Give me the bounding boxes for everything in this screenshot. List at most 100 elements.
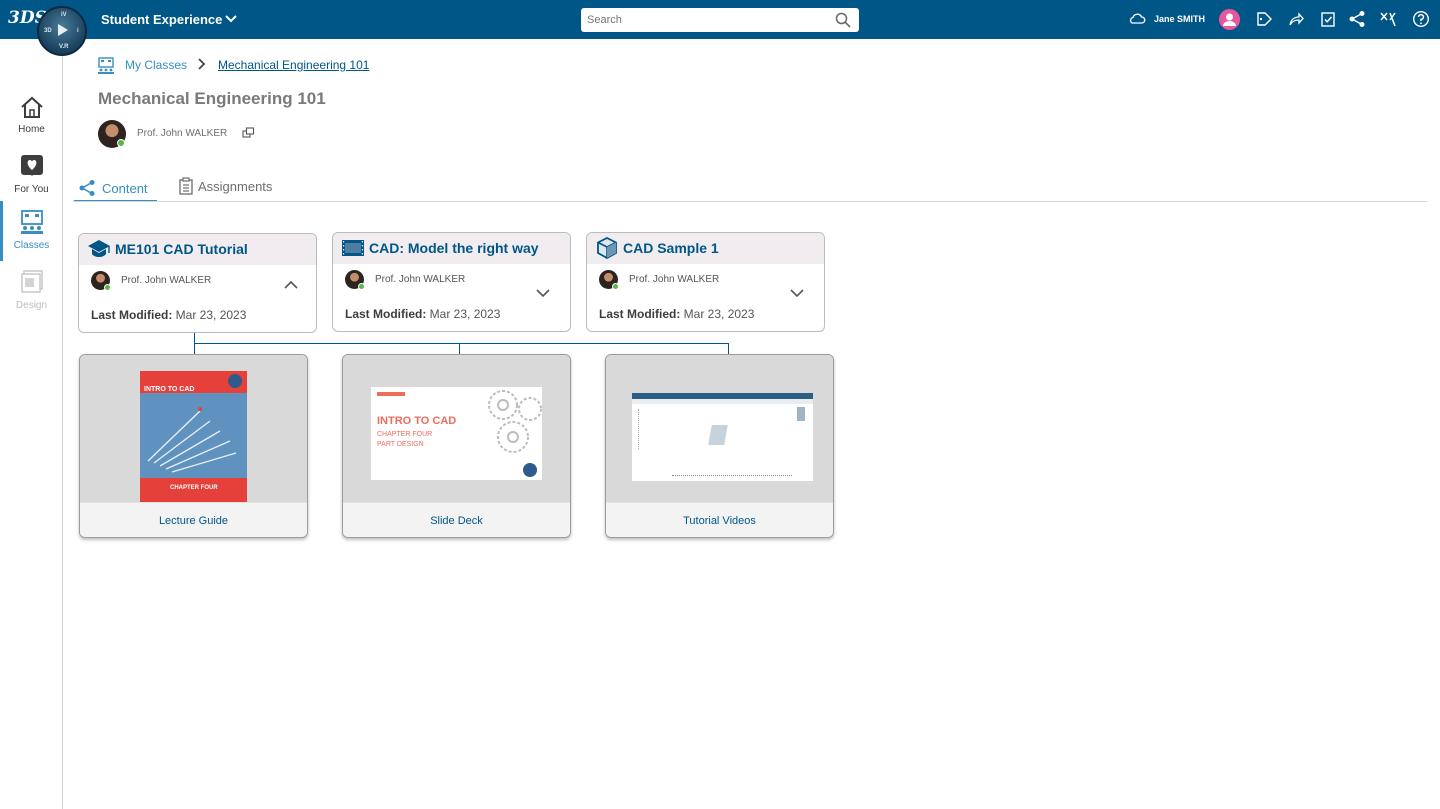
- globe-icon: [523, 463, 537, 477]
- content-card[interactable]: ME101 CAD Tutorial Prof. John WALKER Las…: [78, 233, 317, 333]
- tree-connector: [194, 343, 729, 344]
- heart-icon: [21, 155, 43, 176]
- top-bar: 3DS Student Experience Jane SMITH: [0, 0, 1440, 39]
- help-icon[interactable]: [1412, 10, 1430, 28]
- resource-tile-slide-deck[interactable]: INTRO TO CAD CHAPTER FOUR PART DESIGN Sl…: [342, 354, 571, 538]
- app-title[interactable]: Student Experience: [101, 12, 222, 27]
- chevron-down-icon[interactable]: [535, 287, 551, 299]
- chevron-down-icon[interactable]: [224, 12, 238, 26]
- card-professor: Prof. John WALKER: [375, 274, 466, 285]
- online-status-icon: [358, 283, 365, 290]
- card-last-modified: Last Modified: Mar 23, 2023: [91, 308, 246, 322]
- view-controls: [797, 407, 805, 421]
- feature-tree: [638, 409, 660, 449]
- card-professor: Prof. John WALKER: [629, 274, 720, 285]
- card-professor: Prof. John WALKER: [121, 275, 212, 286]
- last-modified-date: Mar 23, 2023: [175, 308, 247, 322]
- tag-icon[interactable]: [1255, 10, 1273, 28]
- last-modified-label: Last Modified:: [91, 308, 173, 322]
- last-modified-label: Last Modified:: [599, 307, 681, 321]
- sidebar-item-home[interactable]: Home: [0, 95, 63, 151]
- home-icon: [21, 96, 43, 118]
- document-preview: INTRO TO CAD CHAPTER FOUR: [140, 371, 247, 502]
- search-icon[interactable]: [835, 12, 851, 28]
- search-box[interactable]: [581, 8, 859, 32]
- compass-label: iV: [61, 12, 67, 18]
- chevron-right-icon: [198, 58, 206, 70]
- classes-icon: [21, 210, 43, 234]
- page-title: Mechanical Engineering 101: [98, 89, 326, 108]
- resource-thumbnail: [606, 355, 833, 502]
- model-preview: [708, 425, 728, 445]
- last-modified-label: Last Modified:: [345, 307, 427, 321]
- compass-button[interactable]: 3D V.R i iV: [37, 6, 87, 56]
- classes-icon: [98, 57, 114, 74]
- content-card[interactable]: CAD: Model the right way Prof. John WALK…: [332, 232, 571, 332]
- 3ds-logo[interactable]: 3DS: [8, 8, 47, 30]
- tab-content[interactable]: Content: [74, 178, 157, 202]
- video-preview: [632, 393, 813, 481]
- thumb-subtitle: PART DESIGN: [377, 441, 424, 448]
- resource-label[interactable]: Tutorial Videos: [606, 502, 833, 537]
- content-card[interactable]: CAD Sample 1 Prof. John WALKER Last Modi…: [586, 232, 825, 332]
- tab-divider: [73, 201, 1427, 202]
- card-title[interactable]: CAD: Model the right way: [369, 240, 539, 256]
- play-icon: [58, 24, 68, 36]
- card-last-modified: Last Modified: Mar 23, 2023: [345, 307, 500, 321]
- share-network-icon[interactable]: [1348, 10, 1366, 28]
- sidebar-item-label: Design: [15, 300, 48, 311]
- open-window-icon[interactable]: [242, 127, 255, 139]
- online-status-icon: [117, 139, 125, 147]
- card-last-modified: Last Modified: Mar 23, 2023: [599, 307, 754, 321]
- share-arrow-icon[interactable]: [1287, 10, 1305, 28]
- thumb-chapter: CHAPTER FOUR: [170, 485, 218, 491]
- breadcrumb-my-classes[interactable]: My Classes: [125, 58, 187, 72]
- tab-label: Assignments: [198, 179, 273, 194]
- sidebar-item-label: Classes: [13, 240, 50, 251]
- design-icon: [21, 270, 43, 293]
- resource-thumbnail: INTRO TO CAD CHAPTER FOUR: [80, 355, 307, 502]
- user-name[interactable]: Jane SMITH: [1154, 14, 1205, 24]
- film-icon: [342, 240, 364, 256]
- last-modified-date: Mar 23, 2023: [683, 307, 755, 321]
- slide-preview: INTRO TO CAD CHAPTER FOUR PART DESIGN: [371, 387, 542, 480]
- cube-icon: [597, 237, 617, 259]
- online-status-icon: [104, 284, 111, 291]
- tab-label: Content: [102, 181, 148, 196]
- resource-tile-lecture-guide[interactable]: INTRO TO CAD CHAPTER FOUR Lecture Guide: [79, 354, 308, 538]
- online-status-icon: [612, 283, 619, 290]
- user-avatar[interactable]: [1219, 9, 1240, 30]
- thumb-title: INTRO TO CAD: [377, 415, 457, 427]
- tree-connector: [194, 333, 195, 355]
- share-network-icon: [79, 180, 95, 196]
- brand-strip: [377, 392, 405, 396]
- compass-label: V.R: [59, 44, 69, 50]
- cloud-icon[interactable]: [1128, 10, 1146, 28]
- search-input[interactable]: [587, 12, 827, 28]
- last-modified-date: Mar 23, 2023: [429, 307, 501, 321]
- resource-label[interactable]: Lecture Guide: [80, 502, 307, 537]
- resource-label[interactable]: Slide Deck: [343, 502, 570, 537]
- chevron-down-icon[interactable]: [789, 287, 805, 299]
- tools-icon[interactable]: [1379, 10, 1397, 28]
- card-title[interactable]: ME101 CAD Tutorial: [115, 241, 248, 257]
- card-title[interactable]: CAD Sample 1: [623, 240, 719, 256]
- sidebar-item-design: Design: [0, 269, 63, 325]
- thumb-chapter: CHAPTER FOUR: [377, 431, 433, 438]
- compass-label: 3D: [44, 28, 52, 34]
- breadcrumb-current[interactable]: Mechanical Engineering 101: [218, 58, 369, 72]
- tab-assignments[interactable]: Assignments: [174, 176, 284, 200]
- chevron-up-icon[interactable]: [283, 279, 299, 291]
- sidebar-item-classes[interactable]: Classes: [0, 201, 63, 261]
- professor-name[interactable]: Prof. John WALKER: [137, 128, 227, 139]
- resource-thumbnail: INTRO TO CAD CHAPTER FOUR PART DESIGN: [343, 355, 570, 502]
- resource-tile-tutorial-videos[interactable]: Tutorial Videos: [605, 354, 834, 538]
- clipboard-check-icon[interactable]: [1319, 10, 1337, 28]
- graduation-cap-icon: [88, 240, 110, 257]
- app-ribbon: [632, 399, 813, 404]
- sidebar-item-label: For You: [14, 184, 49, 195]
- sidebar: Home For You Classes Design: [0, 39, 63, 809]
- user-icon: [1223, 13, 1236, 26]
- timeline-bar: [672, 475, 792, 477]
- clipboard-icon: [179, 177, 193, 195]
